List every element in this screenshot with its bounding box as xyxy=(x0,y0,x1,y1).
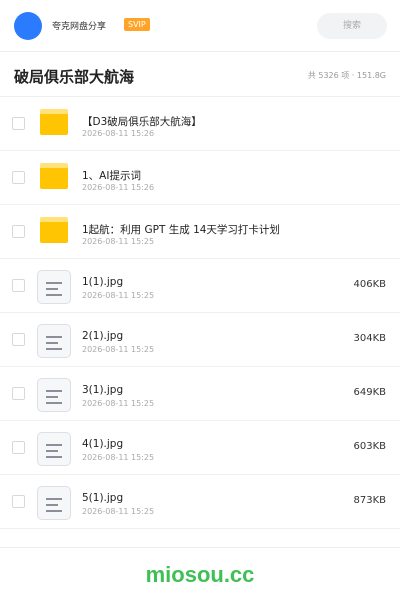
item-size: 406KB xyxy=(353,279,386,290)
select-checkbox[interactable] xyxy=(12,225,25,238)
select-checkbox[interactable] xyxy=(12,333,25,346)
file-row[interactable]: 5(1).jpg 2026-08-11 15:25 873KB xyxy=(0,475,400,529)
watermark-text: miosou.cc xyxy=(145,562,255,587)
item-date: 2026-08-11 15:25 xyxy=(82,345,155,354)
footer: miosou.cc xyxy=(0,547,400,600)
item-name: 5(1).jpg xyxy=(82,492,124,504)
item-date: 2026-08-11 15:25 xyxy=(82,237,155,246)
item-date: 2026-08-11 15:25 xyxy=(82,507,155,516)
item-name: 1起航：利用 GPT 生成 14天学习打卡计划 xyxy=(82,224,280,236)
document-icon xyxy=(37,378,71,412)
folder-row[interactable]: 1起航：利用 GPT 生成 14天学习打卡计划 2026-08-11 15:25 xyxy=(0,205,400,259)
folder-summary: 共 5326 项 · 151.8G xyxy=(307,71,386,80)
document-icon xyxy=(37,324,71,358)
page-title: 破局俱乐部大航海 xyxy=(14,68,135,86)
item-date: 2026-08-11 15:26 xyxy=(82,183,155,192)
folder-row[interactable]: 1、AI提示词 2026-08-11 15:26 xyxy=(0,151,400,205)
folder-icon xyxy=(37,162,71,196)
item-name: 【D3破局俱乐部大航海】 xyxy=(82,116,202,128)
file-list: 【D3破局俱乐部大航海】 2026-08-11 15:26 1、AI提示词 2026-… xyxy=(0,97,400,529)
file-row[interactable]: 4(1).jpg 2026-08-11 15:25 603KB xyxy=(0,421,400,475)
app-name: 夸克网盘分享 xyxy=(52,22,107,32)
svip-badge: SVIP xyxy=(124,18,150,31)
item-name: 1(1).jpg xyxy=(82,276,124,288)
item-size: 304KB xyxy=(353,333,386,344)
item-size: 603KB xyxy=(353,441,386,452)
select-checkbox[interactable] xyxy=(12,387,25,400)
item-date: 2026-08-11 15:26 xyxy=(82,129,155,138)
file-row[interactable]: 1(1).jpg 2026-08-11 15:25 406KB xyxy=(0,259,400,313)
item-name: 2(1).jpg xyxy=(82,330,124,342)
select-checkbox[interactable] xyxy=(12,495,25,508)
item-date: 2026-08-11 15:25 xyxy=(82,453,155,462)
folder-title-bar: 破局俱乐部大航海 共 5326 项 · 151.8G xyxy=(0,53,400,97)
folder-icon xyxy=(37,216,71,250)
share-header: 夸克网盘分享 SVIP 搜索 xyxy=(0,0,400,52)
search-button[interactable]: 搜索 xyxy=(317,13,387,39)
item-name: 3(1).jpg xyxy=(82,384,124,396)
document-icon xyxy=(37,486,71,520)
avatar[interactable] xyxy=(14,12,42,40)
document-icon xyxy=(37,432,71,466)
folder-row[interactable]: 【D3破局俱乐部大航海】 2026-08-11 15:26 xyxy=(0,97,400,151)
document-icon xyxy=(37,270,71,304)
item-name: 1、AI提示词 xyxy=(82,170,141,182)
folder-icon xyxy=(37,108,71,142)
file-row[interactable]: 3(1).jpg 2026-08-11 15:25 649KB xyxy=(0,367,400,421)
item-size: 649KB xyxy=(353,387,386,398)
item-name: 4(1).jpg xyxy=(82,438,124,450)
select-checkbox[interactable] xyxy=(12,117,25,130)
select-checkbox[interactable] xyxy=(12,441,25,454)
item-date: 2026-08-11 15:25 xyxy=(82,291,155,300)
select-checkbox[interactable] xyxy=(12,279,25,292)
file-row[interactable]: 2(1).jpg 2026-08-11 15:25 304KB xyxy=(0,313,400,367)
select-checkbox[interactable] xyxy=(12,171,25,184)
item-size: 873KB xyxy=(353,495,386,506)
item-date: 2026-08-11 15:25 xyxy=(82,399,155,408)
